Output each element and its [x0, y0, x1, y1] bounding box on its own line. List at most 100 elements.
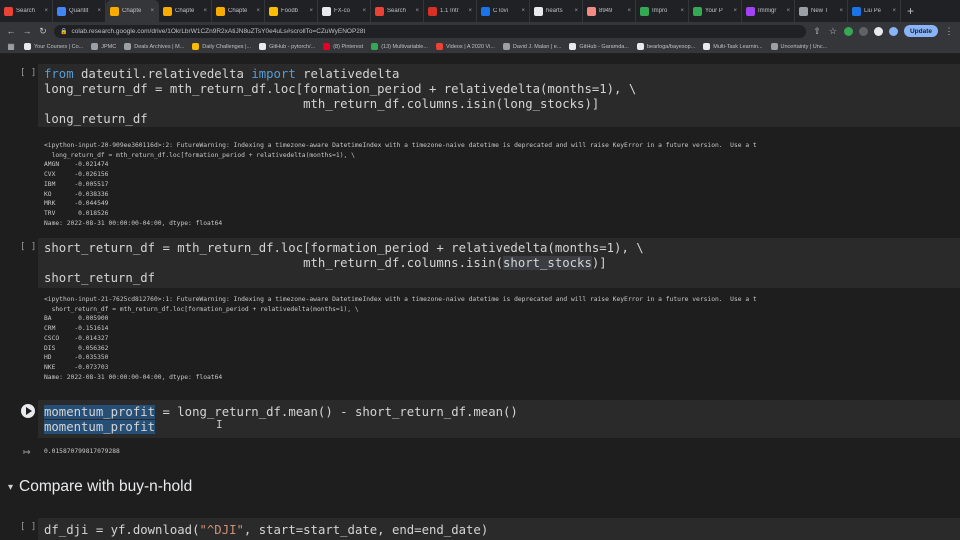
tab-label: Chapte: [122, 8, 142, 14]
profile-avatar[interactable]: [888, 26, 898, 36]
code-editor[interactable]: df_dji = yf.download("^DJI", start=start…: [38, 518, 960, 540]
close-icon[interactable]: ×: [892, 8, 896, 14]
close-icon[interactable]: ×: [362, 8, 366, 14]
browser-tab[interactable]: Chapte ×: [106, 0, 159, 22]
apps-grid-icon[interactable]: ▦: [6, 42, 16, 51]
new-tab-button[interactable]: +: [901, 4, 920, 18]
bookmark-item[interactable]: David J. Malan | e...: [502, 43, 561, 50]
bookmark-item[interactable]: Videos | A 2020 Vi...: [435, 43, 495, 50]
reload-icon[interactable]: ↻: [38, 26, 48, 37]
close-icon[interactable]: ×: [627, 8, 631, 14]
browser-tab[interactable]: Liu Pe ×: [848, 0, 901, 22]
bookmark-item[interactable]: (8) Pinterest: [323, 43, 363, 50]
section-title: Compare with buy-n-hold: [19, 478, 193, 495]
code-token-string: "^DJI": [199, 523, 244, 537]
cell-run-indicator[interactable]: [ ]: [20, 522, 36, 532]
close-icon[interactable]: ×: [786, 8, 790, 14]
back-icon[interactable]: ←: [6, 26, 16, 36]
tab-label: Impro: [652, 8, 668, 14]
tab-favicon: [216, 6, 225, 16]
bookmark-item[interactable]: GitHub - Garamda...: [569, 43, 629, 50]
browser-tab[interactable]: Foodb ×: [265, 0, 318, 22]
code-editor[interactable]: from dateutil.relativedelta import relat…: [38, 64, 960, 127]
extension-icon[interactable]: [843, 26, 853, 36]
browser-tab[interactable]: 1.1 Intr ×: [424, 0, 477, 22]
bookmark-star-icon[interactable]: ☆: [828, 26, 838, 37]
close-icon[interactable]: ×: [150, 8, 154, 14]
extension-icon[interactable]: [873, 26, 883, 36]
code-line: short_return_df: [44, 271, 156, 285]
bookmark-label: GitHub - pytorch/...: [269, 43, 316, 50]
browser-tab[interactable]: 8949 ×: [583, 0, 636, 22]
code-line: long_return_df: [44, 112, 148, 126]
close-icon[interactable]: ×: [680, 8, 684, 14]
browser-tab[interactable]: Search ×: [371, 0, 424, 22]
tab-label: hearts: [546, 8, 563, 14]
code-editor[interactable]: momentum_profit = long_return_df.mean() …: [38, 400, 960, 438]
cell-run-indicator[interactable]: [ ]: [20, 68, 36, 78]
browser-tab[interactable]: Your P ×: [689, 0, 742, 22]
browser-tab[interactable]: New T ×: [795, 0, 848, 22]
code-cell-short-return[interactable]: [ ] short_return_df = mth_return_df.loc[…: [18, 238, 960, 388]
bookmark-item[interactable]: Daily Challenges |...: [192, 43, 251, 50]
bookmark-label: JPMC: [101, 43, 117, 50]
bookmark-item[interactable]: Your Courses | Co...: [24, 43, 83, 50]
output-menu-icon[interactable]: ↦: [23, 447, 33, 457]
tab-label: Search: [387, 8, 407, 14]
forward-icon[interactable]: →: [22, 26, 32, 36]
close-icon[interactable]: ×: [415, 8, 419, 14]
bookmark-item[interactable]: Uncertainty | Unc...: [770, 43, 827, 50]
bookmark-favicon: [192, 43, 200, 50]
bookmark-item[interactable]: Deals Archives | M...: [124, 43, 184, 50]
close-icon[interactable]: ×: [839, 8, 843, 14]
browser-tab[interactable]: Quantit ×: [53, 0, 106, 22]
browser-tab[interactable]: hearts ×: [530, 0, 583, 22]
close-icon[interactable]: ×: [733, 8, 737, 14]
code-cell-momentum-profit[interactable]: momentum_profit = long_return_df.mean() …: [18, 400, 960, 460]
tab-label: Search: [16, 8, 36, 14]
extension-icon[interactable]: [858, 26, 868, 36]
close-icon[interactable]: ×: [44, 8, 48, 14]
close-icon[interactable]: ×: [203, 8, 207, 14]
code-editor[interactable]: short_return_df = mth_return_df.loc[form…: [38, 238, 960, 288]
bookmark-item[interactable]: Multi-Task Learnin...: [703, 43, 763, 50]
code-token-highlighted: momentum_profit: [44, 405, 156, 419]
bookmark-favicon: [91, 43, 99, 50]
collapse-chevron-icon[interactable]: ▾: [8, 482, 13, 493]
browser-tab[interactable]: Impro ×: [636, 0, 689, 22]
code-cell-long-return[interactable]: [ ] from dateutil.relativedelta import r…: [18, 64, 960, 227]
browser-tab[interactable]: FX-co ×: [318, 0, 371, 22]
run-cell-button[interactable]: [21, 404, 35, 418]
code-token: = long_return_df.mean() - short_return_d…: [155, 405, 518, 419]
close-icon[interactable]: ×: [574, 8, 578, 14]
close-icon[interactable]: ×: [256, 8, 260, 14]
browser-tab[interactable]: C lovi ×: [477, 0, 530, 22]
close-icon[interactable]: ×: [521, 8, 525, 14]
code-cell-download-dji[interactable]: [ ] df_dji = yf.download("^DJI", start=s…: [18, 518, 960, 540]
tab-label: FX-co: [334, 8, 351, 14]
bookmark-favicon: [259, 43, 267, 50]
close-icon[interactable]: ×: [468, 8, 472, 14]
code-line-highlighted: momentum_profit: [44, 420, 156, 434]
bookmark-item[interactable]: (13) Multivariable...: [371, 43, 428, 50]
section-header[interactable]: ▾ Compare with buy-n-hold: [8, 478, 192, 496]
share-icon[interactable]: ⇧: [812, 26, 822, 37]
cell-run-indicator[interactable]: [ ]: [20, 242, 36, 252]
close-icon[interactable]: ×: [97, 8, 101, 14]
browser-tab[interactable]: Search ×: [0, 0, 53, 22]
browser-tab[interactable]: Immigr ×: [742, 0, 795, 22]
omnibox[interactable]: 🔒 colab.research.google.com/drive/1OkrLb…: [54, 24, 806, 38]
browser-tab[interactable]: Chapte ×: [159, 0, 212, 22]
bookmark-favicon: [323, 43, 331, 50]
bookmark-label: (8) Pinterest: [333, 43, 364, 50]
menu-kebab-icon[interactable]: ⋮: [944, 26, 954, 37]
bookmark-item[interactable]: bearloga/bayesop...: [636, 43, 695, 50]
tab-favicon: [587, 6, 596, 16]
update-button[interactable]: Update: [903, 25, 938, 37]
bookmark-favicon: [124, 43, 132, 50]
bookmark-item[interactable]: JPMC: [91, 43, 116, 50]
tab-label: C lovi: [493, 8, 509, 14]
browser-tab[interactable]: Chapte ×: [212, 0, 265, 22]
close-icon[interactable]: ×: [309, 8, 313, 14]
bookmark-item[interactable]: GitHub - pytorch/...: [259, 43, 315, 50]
